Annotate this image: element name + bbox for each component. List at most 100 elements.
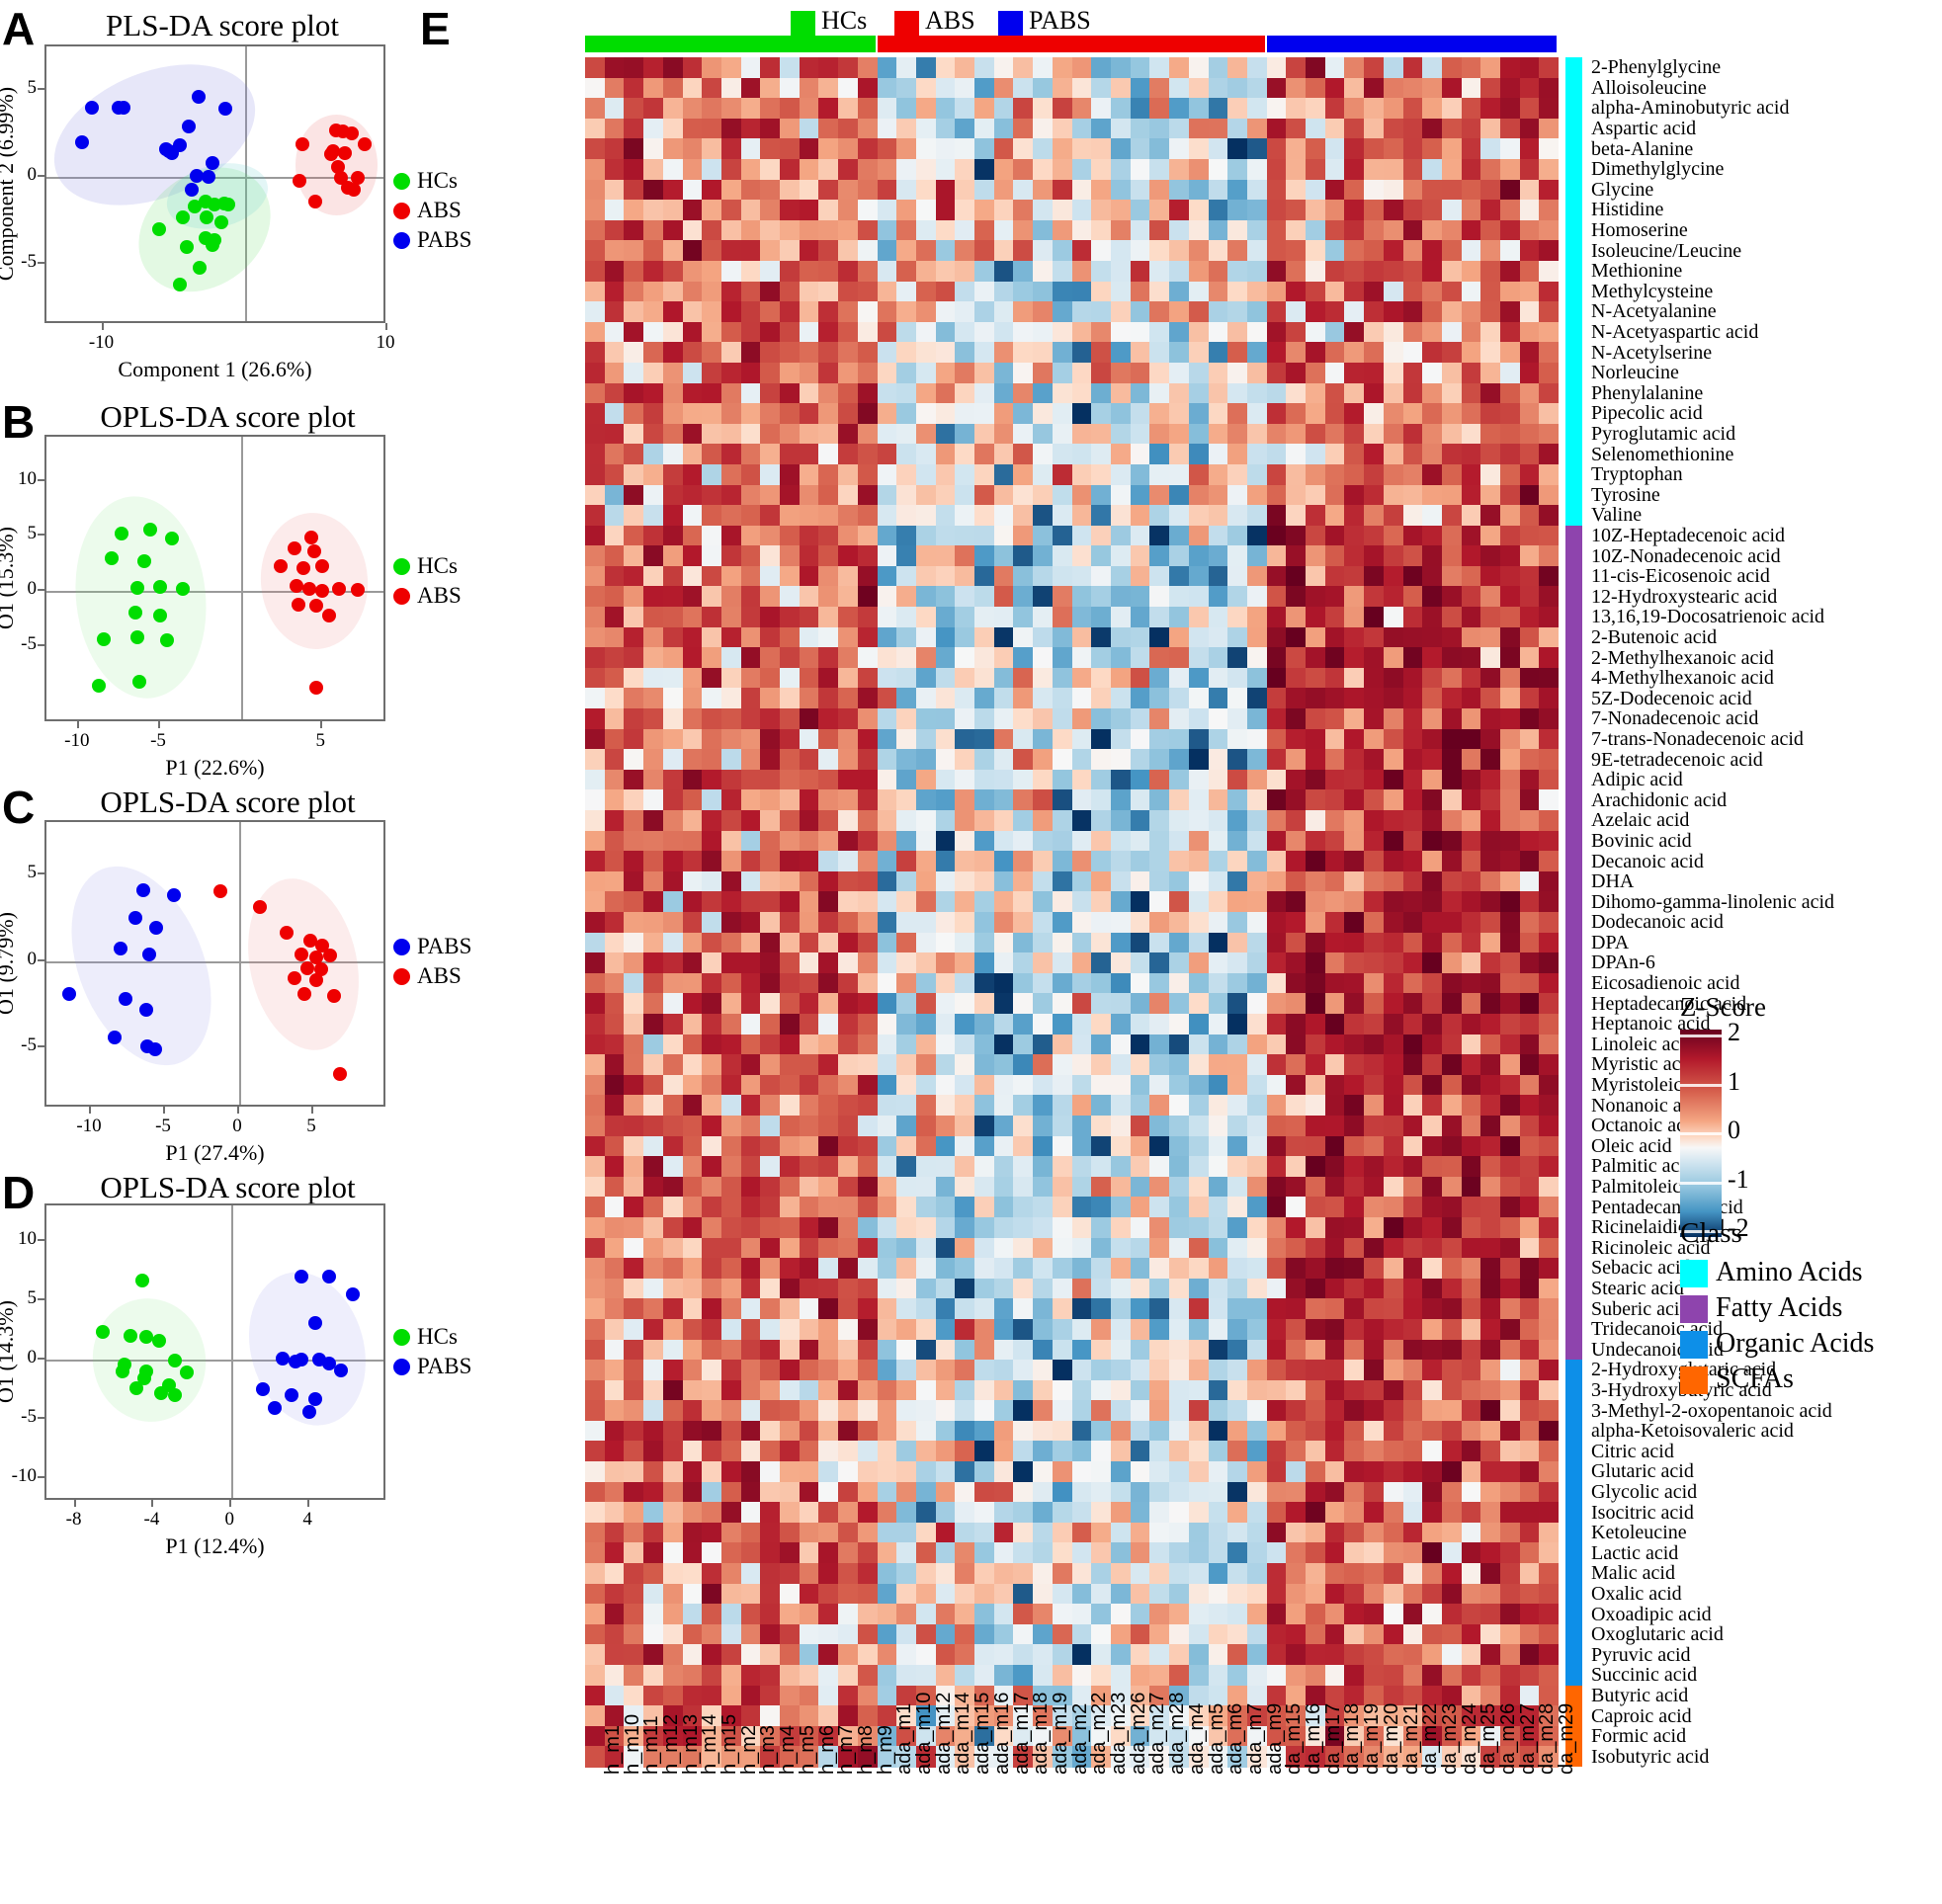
heatmap-cell bbox=[857, 1705, 878, 1727]
heatmap-cell bbox=[1441, 1583, 1462, 1605]
heatmap-cell bbox=[818, 342, 839, 364]
heatmap-cell bbox=[1500, 1623, 1520, 1646]
heatmap-cell bbox=[780, 647, 800, 669]
row-label: Phenylalanine bbox=[1591, 381, 1704, 404]
heatmap-cell bbox=[1188, 118, 1209, 139]
heatmap-cell bbox=[993, 912, 1014, 934]
row-label: Isobutyric acid bbox=[1591, 1745, 1710, 1768]
heatmap-cell bbox=[1227, 1441, 1247, 1462]
heatmap-cell bbox=[643, 321, 663, 343]
heatmap-cell bbox=[818, 851, 839, 872]
heatmap-cell bbox=[585, 1400, 605, 1422]
heatmap-cell bbox=[662, 626, 683, 648]
heatmap-cell bbox=[1188, 57, 1209, 79]
heatmap-cell bbox=[1091, 200, 1111, 221]
heatmap-cell bbox=[896, 1583, 916, 1605]
heatmap-cell bbox=[1480, 728, 1501, 750]
heatmap-cell bbox=[1422, 1258, 1442, 1280]
heatmap-cell bbox=[1110, 1237, 1131, 1259]
heatmap-cell bbox=[1013, 912, 1034, 934]
heatmap-cell bbox=[760, 565, 781, 588]
heatmap-cell bbox=[662, 1461, 683, 1483]
row-label: Eicosadienoic acid bbox=[1591, 972, 1740, 995]
heatmap-cell bbox=[760, 179, 781, 201]
heatmap-cell bbox=[1052, 1013, 1072, 1035]
heatmap-cell bbox=[1266, 1237, 1287, 1259]
heatmap-cell bbox=[1091, 1420, 1111, 1443]
heatmap-cell bbox=[838, 912, 858, 934]
heatmap-cell bbox=[720, 57, 741, 79]
heatmap-cell bbox=[1246, 1583, 1267, 1605]
heatmap-cell bbox=[760, 1176, 781, 1198]
heatmap-cell bbox=[1539, 118, 1560, 139]
heatmap-cell bbox=[838, 362, 858, 384]
heatmap-cell bbox=[1227, 342, 1247, 364]
heatmap-cell bbox=[915, 240, 936, 262]
heatmap-cell bbox=[702, 912, 721, 934]
heatmap-cell bbox=[624, 240, 644, 262]
heatmap-cell bbox=[857, 1135, 878, 1157]
heatmap-cell bbox=[1130, 1502, 1150, 1524]
heatmap-cell bbox=[1324, 444, 1345, 465]
heatmap-cell bbox=[955, 1176, 975, 1198]
heatmap-cell bbox=[935, 932, 956, 953]
x-tick bbox=[307, 1500, 310, 1507]
heatmap-cell bbox=[1344, 830, 1365, 852]
heatmap-cell bbox=[1149, 830, 1170, 852]
heatmap-cell bbox=[662, 1115, 683, 1137]
heatmap-row bbox=[585, 1563, 1560, 1585]
heatmap-cell bbox=[1286, 1318, 1307, 1341]
heatmap-cell bbox=[720, 952, 741, 974]
heatmap-cell bbox=[1188, 1298, 1209, 1320]
heatmap-cell bbox=[1364, 179, 1384, 201]
heatmap-cell bbox=[896, 484, 916, 506]
data-point-PABS bbox=[147, 1042, 162, 1057]
heatmap-cell bbox=[1364, 301, 1384, 323]
legend-label-PABS: PABS bbox=[417, 934, 472, 958]
heatmap-cell bbox=[1169, 1583, 1189, 1605]
heatmap-cell bbox=[1383, 1461, 1403, 1483]
heatmap-cell bbox=[1013, 240, 1034, 262]
heatmap-cell bbox=[896, 444, 916, 465]
heatmap-cell bbox=[1286, 607, 1307, 628]
heatmap-cell bbox=[702, 586, 721, 608]
heatmap-cell bbox=[1286, 1583, 1307, 1605]
heatmap-cell bbox=[1306, 586, 1325, 608]
heatmap-cell bbox=[1149, 403, 1170, 425]
heatmap-cell bbox=[682, 1481, 703, 1503]
heatmap-cell bbox=[799, 1685, 819, 1706]
heatmap-cell bbox=[1208, 1197, 1228, 1218]
heatmap-cell bbox=[604, 1583, 625, 1605]
heatmap-cell bbox=[1149, 952, 1170, 974]
heatmap-cell bbox=[740, 1583, 761, 1605]
heatmap-cell bbox=[1091, 769, 1111, 791]
heatmap-cell bbox=[662, 1604, 683, 1625]
heatmap-cell bbox=[1013, 1013, 1034, 1035]
heatmap-cell bbox=[1188, 891, 1209, 913]
heatmap-cell bbox=[1364, 525, 1384, 546]
data-point-HCs bbox=[153, 579, 167, 594]
heatmap-cell bbox=[780, 1481, 800, 1503]
heatmap-cell bbox=[896, 200, 916, 221]
heatmap-cell bbox=[1364, 1420, 1384, 1443]
heatmap-cell bbox=[720, 565, 741, 588]
heatmap-cell bbox=[935, 1216, 956, 1239]
heatmap-cell bbox=[1344, 586, 1365, 608]
heatmap-cell bbox=[993, 1197, 1014, 1218]
heatmap-cell bbox=[1324, 1583, 1345, 1605]
heatmap-cell bbox=[955, 484, 975, 506]
heatmap-cell bbox=[857, 1054, 878, 1076]
heatmap-cell bbox=[1383, 626, 1403, 648]
heatmap-cell bbox=[1208, 423, 1228, 445]
heatmap-cell bbox=[720, 1095, 741, 1117]
heatmap-cell bbox=[1519, 1522, 1540, 1544]
heatmap-cell bbox=[1480, 138, 1501, 160]
heatmap-cell bbox=[1266, 1644, 1287, 1666]
heatmap-cell bbox=[702, 1095, 721, 1117]
heatmap-cell bbox=[1188, 647, 1209, 669]
heatmap-cell bbox=[1480, 444, 1501, 465]
heatmap-cell bbox=[935, 1298, 956, 1320]
heatmap-cell bbox=[1091, 403, 1111, 425]
heatmap-cell bbox=[1169, 1481, 1189, 1503]
heatmap-cell bbox=[1149, 138, 1170, 160]
